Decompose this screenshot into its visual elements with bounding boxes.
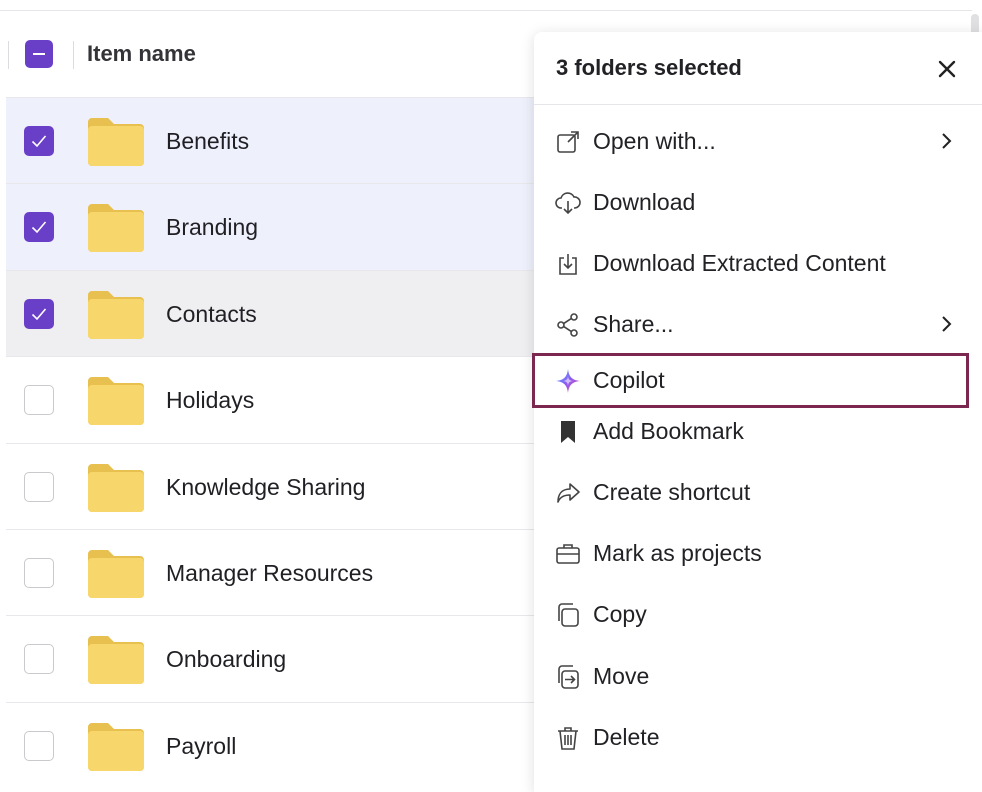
table-row[interactable]: Holidays <box>6 356 546 442</box>
menu-item-label: Copy <box>593 601 647 627</box>
row-name[interactable]: Onboarding <box>166 644 286 674</box>
checkmark-icon <box>31 308 47 320</box>
close-icon[interactable] <box>934 56 960 82</box>
menu-item-add-bookmark[interactable]: Add Bookmark <box>534 403 974 459</box>
menu-item-label: Create shortcut <box>593 479 751 505</box>
folder-list: Benefits Branding Contacts Holidays Know… <box>6 97 546 788</box>
download-tray-icon <box>554 250 582 278</box>
menu-item-copilot[interactable]: Copilot <box>534 352 974 408</box>
row-checkbox[interactable] <box>24 212 54 243</box>
checkmark-icon <box>31 135 47 148</box>
menu-item-label: Download Extracted Content <box>593 250 886 276</box>
top-divider <box>0 10 972 11</box>
row-checkbox[interactable] <box>24 385 54 416</box>
row-name[interactable]: Payroll <box>166 731 236 761</box>
bookmark-icon <box>554 418 582 446</box>
row-checkbox[interactable] <box>24 644 54 675</box>
menu-item-label: Mark as projects <box>593 540 762 566</box>
row-checkbox[interactable] <box>24 557 54 588</box>
menu-item-label: Share... <box>593 311 674 337</box>
external-link-icon <box>554 128 582 156</box>
selection-count-title: 3 folders selected <box>556 55 742 80</box>
table-row[interactable]: Onboarding <box>6 615 546 701</box>
menu-item-download[interactable]: Download <box>534 174 974 230</box>
column-separator <box>8 41 9 69</box>
briefcase-icon <box>554 540 582 568</box>
shortcut-arrow-icon <box>554 479 582 507</box>
cloud-download-icon <box>554 189 582 217</box>
folder-icon <box>86 116 146 173</box>
folder-icon <box>86 462 146 519</box>
trash-icon <box>554 724 582 752</box>
checkmark-icon <box>31 221 47 234</box>
table-row[interactable]: Knowledge Sharing <box>6 442 546 529</box>
move-icon <box>554 663 582 691</box>
menu-item-label: Open with... <box>593 128 716 154</box>
column-separator[interactable] <box>73 41 74 69</box>
row-checkbox[interactable] <box>24 126 54 156</box>
menu-item-label: Add Bookmark <box>593 418 744 444</box>
menu-item-open-with[interactable]: Open with... <box>534 113 974 169</box>
table-row[interactable]: Payroll <box>6 701 546 788</box>
menu-item-download-extracted[interactable]: Download Extracted Content <box>534 235 974 291</box>
menu-item-delete[interactable]: Delete <box>534 709 974 765</box>
menu-item-share[interactable]: Share... <box>534 296 974 352</box>
column-header-item-name[interactable]: Item name <box>87 39 196 69</box>
table-row[interactable]: Branding <box>6 183 546 270</box>
folder-icon <box>86 289 146 346</box>
chevron-right-icon <box>940 131 954 156</box>
row-checkbox[interactable] <box>24 730 54 761</box>
menu-item-label: Delete <box>593 724 660 750</box>
menu-item-create-shortcut[interactable]: Create shortcut <box>534 464 974 520</box>
folder-icon <box>86 721 146 778</box>
folder-icon <box>86 634 146 691</box>
row-name[interactable]: Manager Resources <box>166 558 373 588</box>
share-icon <box>554 311 582 339</box>
folder-icon <box>86 375 146 432</box>
folder-icon <box>86 548 146 605</box>
chevron-right-icon <box>940 314 954 339</box>
context-menu: 3 folders selected Open with... Download… <box>532 32 982 792</box>
menu-item-label: Download <box>593 189 696 215</box>
row-checkbox[interactable] <box>24 471 54 502</box>
row-name[interactable]: Holidays <box>166 385 254 415</box>
row-name[interactable]: Branding <box>166 212 258 242</box>
row-name[interactable]: Contacts <box>166 299 257 329</box>
menu-item-label: Move <box>593 663 650 689</box>
table-row[interactable]: Benefits <box>6 97 546 184</box>
table-row[interactable]: Contacts <box>6 269 546 357</box>
folder-icon <box>86 202 146 259</box>
row-name[interactable]: Benefits <box>166 126 249 156</box>
list-header: Item name <box>0 12 540 98</box>
menu-item-label: Copilot <box>593 367 665 393</box>
menu-item-move[interactable]: Move <box>534 648 974 704</box>
menu-item-mark-as-projects[interactable]: Mark as projects <box>534 525 974 581</box>
table-row[interactable]: Manager Resources <box>6 528 546 615</box>
copy-icon <box>554 601 582 629</box>
row-checkbox[interactable] <box>24 298 54 329</box>
copilot-sparkle-icon <box>554 367 582 395</box>
context-menu-header: 3 folders selected <box>534 32 982 105</box>
row-name[interactable]: Knowledge Sharing <box>166 472 365 502</box>
menu-item-copy[interactable]: Copy <box>534 586 974 642</box>
select-all-checkbox[interactable] <box>25 40 53 68</box>
